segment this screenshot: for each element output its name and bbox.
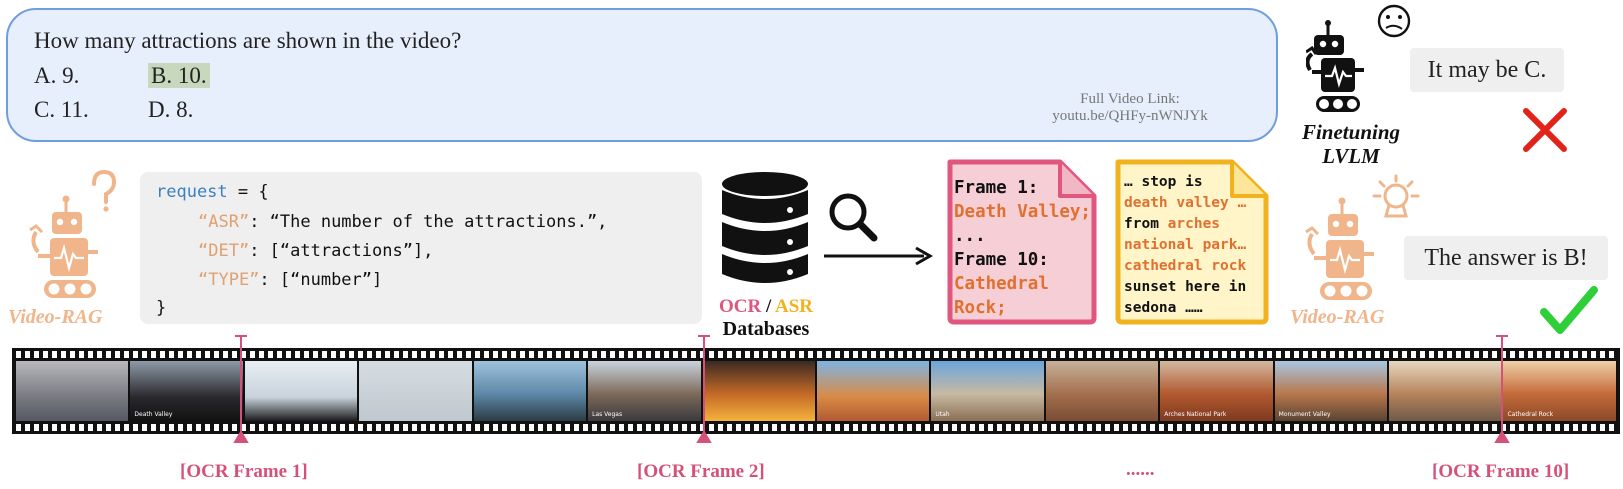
code-open-brace: = {: [227, 182, 269, 202]
code-line-close: }: [156, 298, 167, 318]
code-det-key: “DET”: [198, 241, 250, 261]
finetuning-answer-bubble: It may be C.: [1410, 48, 1564, 92]
correct-check-icon: [1540, 286, 1598, 334]
ocr-frame-2-label: [OCR Frame 2]: [637, 461, 765, 482]
asr-doc-line5: cathedral rock: [1124, 258, 1247, 274]
video-link-label: Full Video Link:: [1080, 91, 1180, 107]
video-link-url: youtu.be/QHFy-nWNJYk: [1052, 108, 1208, 124]
option-b-highlight: B. 10.: [148, 63, 210, 88]
wrong-cross-icon: [1523, 108, 1567, 152]
video-link: Full Video Link: youtu.be/QHFy-nWNJYk: [1040, 91, 1220, 125]
code-type-key: “TYPE”: [198, 270, 260, 290]
ocr-doc-line4: Frame 10:: [954, 250, 1049, 270]
video-rag-label-left: Video-RAG: [8, 306, 103, 328]
option-b: B. 10.: [148, 63, 210, 89]
ocr-doc-line1: Frame 1:: [954, 178, 1039, 198]
code-line-type: “TYPE”: [“number”]: [198, 270, 382, 290]
asr-doc-line3: from arches: [1124, 214, 1246, 235]
asr-doc-line2: death valley …: [1124, 195, 1247, 211]
code-asr-value: : “The number of the attractions.”,: [249, 212, 608, 232]
video-rag-robot-left-icon: [29, 170, 117, 298]
request-code-panel: request = { “ASR”: “The number of the at…: [140, 172, 702, 324]
asr-doc-line6: sunset here in: [1124, 279, 1247, 295]
option-d: D. 8.: [148, 97, 194, 122]
ocr-document: Frame 1: Death Valley; ... Frame 10: Cat…: [954, 176, 1091, 320]
ocr-doc-line6: Rock;: [954, 298, 1007, 318]
finetuning-label-line2: LVLM: [1322, 144, 1380, 168]
asr-doc-line7: sedona ……: [1124, 300, 1203, 316]
code-line-det: “DET”: [“attractions”],: [198, 241, 433, 261]
ocr-frame-markers: [233, 335, 1510, 443]
ocr-frame-10-label: [OCR Frame 10]: [1432, 461, 1570, 482]
ocr-frame-1-label: [OCR Frame 1]: [180, 461, 308, 482]
finetuning-robot-icon: [1306, 4, 1411, 112]
code-det-value: : [“attractions”],: [249, 241, 434, 261]
code-type-value: : [“number”]: [259, 270, 383, 290]
asr-doc-line1: … stop is: [1124, 174, 1203, 190]
asr-doc-line4: national park…: [1124, 237, 1247, 253]
ocr-doc-line3: ...: [954, 226, 986, 246]
question-text: How many attractions are shown in the vi…: [34, 28, 462, 53]
ocr-doc-line5: Cathedral: [954, 274, 1049, 294]
finetuning-lvlm-label: Finetuning LVLM: [1286, 120, 1416, 168]
finetuning-label-line1: Finetuning: [1301, 120, 1401, 144]
option-c: C. 11.: [34, 97, 89, 122]
code-request-var: request: [156, 182, 228, 202]
option-a: A. 9.: [34, 63, 80, 88]
asr-doc-line3-a: from: [1124, 216, 1168, 232]
code-asr-key: “ASR”: [198, 212, 250, 232]
asr-document: … stop is death valley … from arches nat…: [1124, 172, 1246, 319]
asr-doc-line3-b: arches: [1167, 216, 1221, 232]
database-icon: [722, 172, 808, 283]
code-line-asr: “ASR”: “The number of the attractions.”,: [198, 212, 607, 232]
databases-sep: /: [761, 296, 775, 317]
ocr-frame-ellipsis: ......: [1126, 459, 1155, 480]
databases-ocr: OCR: [719, 296, 762, 317]
code-line-request: request = {: [156, 182, 269, 202]
databases-asr: ASR: [774, 296, 813, 317]
databases-type: OCR / ASR: [706, 296, 826, 318]
search-arrow-icon: [824, 193, 934, 266]
ocr-doc-line2: Death Valley;: [954, 202, 1091, 222]
video-rag-label-right: Video-RAG: [1290, 306, 1385, 328]
video-rag-answer-bubble: The answer is B!: [1404, 236, 1608, 280]
